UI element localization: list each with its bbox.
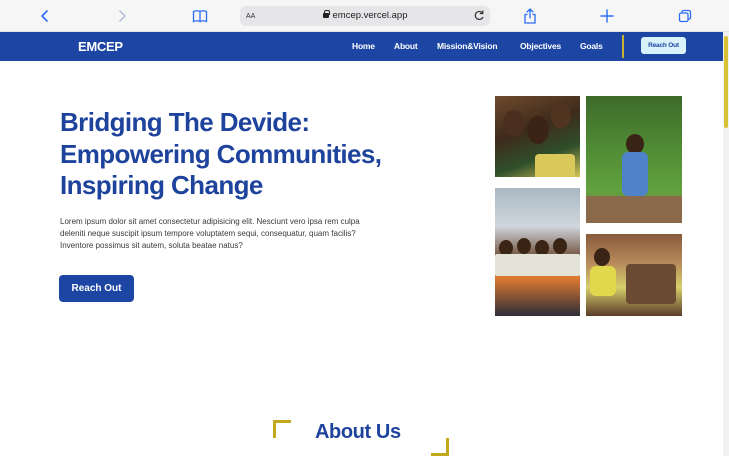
bookmarks-icon[interactable] bbox=[190, 6, 210, 26]
about-bracket-bottom-right bbox=[431, 438, 449, 456]
nav-link-objectives[interactable]: Objectives bbox=[520, 41, 561, 51]
scrollbar-thumb[interactable] bbox=[724, 36, 728, 128]
hero-description: Lorem ipsum dolor sit amet consectetur a… bbox=[60, 217, 360, 250]
hero-photo-children-smiling bbox=[495, 96, 580, 177]
lock-icon bbox=[322, 10, 330, 18]
nav-divider bbox=[622, 35, 624, 58]
about-title: About Us bbox=[315, 421, 401, 443]
back-icon[interactable] bbox=[35, 6, 55, 26]
share-icon[interactable] bbox=[520, 6, 540, 26]
nav-link-home[interactable]: Home bbox=[352, 41, 375, 51]
hero-photo-girl-field bbox=[586, 96, 682, 223]
address-bar[interactable]: AA emcep.vercel.app bbox=[240, 6, 490, 26]
tabs-icon[interactable] bbox=[675, 6, 695, 26]
hero-reach-out-button[interactable]: Reach Out bbox=[59, 275, 134, 302]
hero-photo-classroom bbox=[586, 234, 682, 316]
nav-link-goals[interactable]: Goals bbox=[580, 41, 603, 51]
url-text: emcep.vercel.app bbox=[332, 10, 408, 21]
reload-icon[interactable] bbox=[473, 9, 485, 27]
brand-logo[interactable]: EMCEP bbox=[78, 39, 123, 54]
new-tab-icon[interactable] bbox=[597, 6, 617, 26]
browser-toolbar: AA emcep.vercel.app bbox=[0, 0, 729, 32]
nav-reach-out-button[interactable]: Reach Out bbox=[641, 37, 686, 54]
page-scrollbar[interactable] bbox=[723, 32, 729, 456]
about-bracket-top-left bbox=[273, 420, 291, 438]
hero-photo-students-group bbox=[495, 188, 580, 316]
site-navbar: EMCEP Home About Mission&Vision Objectiv… bbox=[0, 32, 723, 61]
hero-title: Bridging The Devide: Empowering Communit… bbox=[60, 107, 382, 200]
nav-link-about[interactable]: About bbox=[394, 41, 418, 51]
forward-icon[interactable] bbox=[112, 6, 132, 26]
nav-link-mission-vision[interactable]: Mission&Vision bbox=[437, 41, 498, 51]
